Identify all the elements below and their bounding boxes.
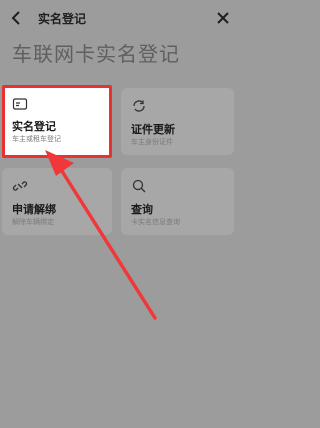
card-subtitle: 车主身份证件 [131, 138, 173, 146]
unlink-icon [12, 181, 28, 191]
top-bar: 实名登记 [0, 0, 241, 36]
certificate-update-card[interactable]: 证件更新 车主身份证件 [121, 88, 234, 155]
close-icon[interactable] [213, 8, 233, 28]
search-icon [132, 179, 146, 193]
card-subtitle: 车主或租车登记 [12, 135, 61, 143]
back-icon[interactable] [6, 8, 26, 28]
card-title: 查询 [131, 203, 153, 216]
card-subtitle: 解除车辆绑定 [12, 218, 54, 226]
registration-heading: 车联网卡实名登记 [12, 42, 180, 66]
id-card-icon [12, 98, 28, 110]
card-title: 申请解绑 [12, 203, 56, 216]
refresh-icon [133, 100, 145, 112]
card-subtitle: 卡实名信息查询 [131, 218, 180, 226]
real-name-registration-card[interactable]: 实名登记 车主或租车登记 [2, 85, 112, 158]
card-title: 证件更新 [131, 123, 175, 136]
card-title: 实名登记 [12, 120, 56, 133]
query-card[interactable]: 查询 卡实名信息查询 [121, 168, 234, 235]
page-title: 实名登记 [38, 12, 87, 26]
unbind-card[interactable]: 申请解绑 解除车辆绑定 [2, 168, 112, 235]
